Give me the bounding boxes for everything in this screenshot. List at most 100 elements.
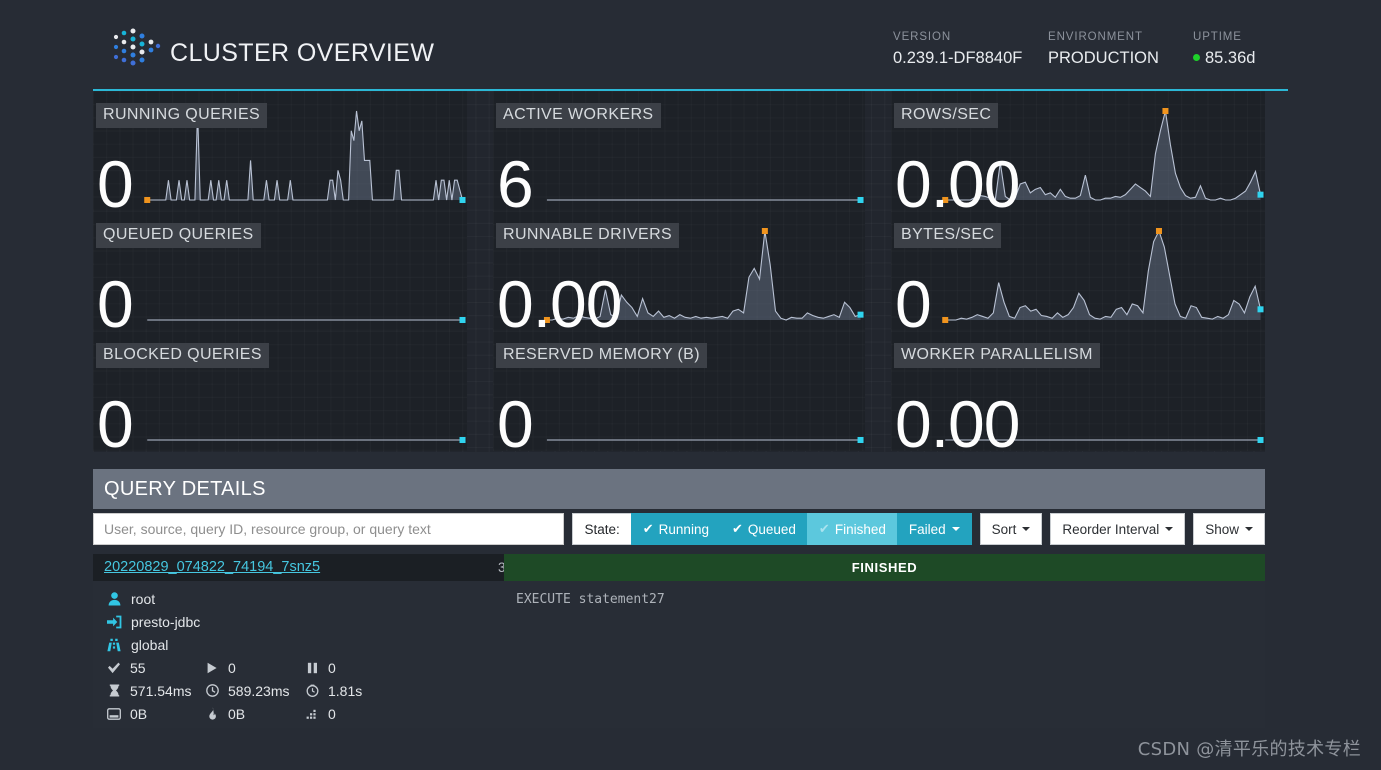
uptime-status-dot-icon — [1193, 54, 1200, 62]
query-resource-group: global — [104, 633, 504, 656]
stat-label-active-workers: ACTIVE WORKERS — [496, 103, 661, 128]
stat-value-worker-parallelism: 0.00 — [895, 387, 1020, 451]
uptime-label: UPTIME — [1193, 31, 1242, 43]
query-completed-splits: 55 — [104, 656, 202, 679]
chevron-down-icon — [951, 527, 960, 531]
search-input[interactable] — [93, 513, 565, 545]
query-row-body: root presto-jdbc global 55 0 0 571.54ms … — [93, 581, 1265, 728]
page-header: CLUSTER OVERVIEW VERSION 0.239.1-DF8840F… — [0, 0, 1381, 88]
stat-value-bytes-sec: 0 — [895, 267, 932, 331]
check-icon: ✔ — [731, 521, 743, 536]
query-text: EXECUTE statement27 — [516, 592, 665, 607]
header-stat-environment: ENVIRONMENT PRODUCTION — [1048, 30, 1193, 70]
query-source: presto-jdbc — [104, 610, 504, 633]
query-user: root — [104, 587, 504, 610]
query-details-panel: QUERY DETAILS State: ✔ Running ✔ Queued ✔ F… — [93, 469, 1265, 728]
stat-value-blocked-queries: 0 — [97, 387, 134, 451]
sort-menu-button[interactable]: Sort — [979, 513, 1043, 545]
query-user-value: root — [131, 590, 156, 607]
stat-card-reserved-memory: RESERVED MEMORY (B) 0 — [493, 331, 865, 451]
stat-label-runnable-drivers: RUNNABLE DRIVERS — [496, 223, 680, 248]
version-label: VERSION — [893, 31, 952, 43]
query-times-row: 571.54ms 589.23ms 1.81s — [104, 679, 504, 702]
query-list: 20220829_074822_74194_7snz5 3:48pm FINIS… — [93, 554, 1265, 728]
show-menu-label: Show — [1205, 521, 1239, 537]
stat-card-queued-queries: QUEUED QUERIES 0 — [93, 211, 467, 331]
query-metadata: root presto-jdbc global 55 0 0 571.54ms … — [93, 581, 504, 725]
watermark: CSDN @清平乐的技术专栏 — [1137, 739, 1361, 760]
stat-card-running-queries: RUNNING QUERIES 0 — [93, 91, 467, 211]
clock-outline-icon — [202, 684, 222, 697]
stat-label-blocked-queries: BLOCKED QUERIES — [96, 343, 269, 368]
stats-row-1: RUNNING QUERIES 0 ACTIVE WORKERS 6 ROWS/… — [93, 91, 1265, 211]
stat-card-active-workers: ACTIVE WORKERS 6 — [493, 91, 865, 211]
state-filter-finished[interactable]: ✔ Finished — [806, 513, 898, 545]
query-queued-splits-value: 0 — [328, 659, 336, 676]
query-wall-time: 571.54ms — [104, 679, 202, 702]
state-filter-finished-label: Finished — [834, 521, 886, 537]
fire-icon — [202, 707, 222, 720]
query-list-item: 20220829_074822_74194_7snz5 3:48pm FINIS… — [93, 554, 1265, 728]
header-stat-version: VERSION 0.239.1-DF8840F — [893, 30, 1048, 70]
uptime-text: 85.36d — [1205, 49, 1256, 67]
check-icon: ✔ — [642, 521, 654, 536]
query-elapsed-time: 1.81s — [302, 679, 392, 702]
environment-value: PRODUCTION — [1048, 49, 1159, 67]
sign-in-icon — [104, 615, 124, 629]
query-details-toolbar: State: ✔ Running ✔ Queued ✔ Finished Failed… — [93, 513, 1265, 545]
state-filter-running[interactable]: ✔ Running — [630, 513, 721, 545]
sort-menu-label: Sort — [991, 521, 1017, 537]
stat-value-queued-queries: 0 — [97, 267, 134, 331]
check-icon: ✔ — [818, 521, 830, 536]
signal-icon — [302, 708, 322, 720]
stat-label-rows-sec: ROWS/SEC — [894, 103, 999, 128]
reorder-interval-menu-button[interactable]: Reorder Interval — [1050, 513, 1186, 545]
query-cumulative-memory: 0B — [202, 702, 302, 725]
reorder-interval-menu-label: Reorder Interval — [1062, 521, 1160, 537]
stat-card-bytes-sec: BYTES/SEC 0 — [891, 211, 1265, 331]
stopwatch-icon — [302, 684, 322, 697]
show-menu-button[interactable]: Show — [1193, 513, 1265, 545]
state-filter-failed-label: Failed — [908, 521, 946, 537]
cluster-stats-grid: RUNNING QUERIES 0 ACTIVE WORKERS 6 ROWS/… — [93, 91, 1265, 452]
header-stats: VERSION 0.239.1-DF8840F ENVIRONMENT PROD… — [893, 30, 1268, 70]
stat-card-worker-parallelism: WORKER PARALLELISM 0.00 — [891, 331, 1265, 451]
query-details-title: QUERY DETAILS — [104, 477, 266, 500]
stat-card-rows-sec: ROWS/SEC 0.00 — [891, 91, 1265, 211]
check-icon — [104, 662, 124, 674]
scale-icon — [104, 707, 124, 720]
stat-label-reserved-memory: RESERVED MEMORY (B) — [496, 343, 707, 368]
query-id-link[interactable]: 20220829_074822_74194_7snz5 — [104, 559, 320, 575]
road-icon — [104, 638, 124, 652]
query-cpu-time: 589.23ms — [202, 679, 302, 702]
query-running-splits-value: 0 — [228, 659, 236, 676]
state-filter-running-label: Running — [658, 521, 709, 537]
chevron-down-icon — [1244, 527, 1253, 531]
query-running-splits: 0 — [202, 656, 302, 679]
stats-row-2: QUEUED QUERIES 0 RUNNABLE DRIVERS 0.00 B… — [93, 211, 1265, 331]
state-filter-queued[interactable]: ✔ Queued — [719, 513, 808, 545]
query-rows-value: 0 — [328, 705, 336, 722]
query-elapsed-time-value: 1.81s — [328, 682, 363, 699]
query-current-memory-value: 0B — [130, 705, 148, 722]
query-queued-splits: 0 — [302, 656, 392, 679]
query-row-header: 20220829_074822_74194_7snz5 3:48pm FINIS… — [93, 554, 1265, 581]
stat-label-worker-parallelism: WORKER PARALLELISM — [894, 343, 1100, 368]
query-state-badge: FINISHED — [504, 554, 1265, 581]
query-cumulative-memory-value: 0B — [228, 705, 246, 722]
pause-icon — [302, 662, 322, 674]
stat-value-runnable-drivers: 0.00 — [497, 267, 622, 331]
cluster-overview-page: CLUSTER OVERVIEW VERSION 0.239.1-DF8840F… — [0, 0, 1381, 770]
stat-value-rows-sec: 0.00 — [895, 147, 1020, 211]
query-rows: 0 — [302, 702, 392, 725]
hourglass-icon — [104, 684, 124, 697]
state-filter-failed[interactable]: Failed — [896, 513, 972, 545]
stat-label-queued-queries: QUEUED QUERIES — [96, 223, 261, 248]
query-current-memory: 0B — [104, 702, 202, 725]
stats-row-3: BLOCKED QUERIES 0 RESERVED MEMORY (B) 0 … — [93, 331, 1265, 451]
stat-label-running-queries: RUNNING QUERIES — [96, 103, 268, 128]
stat-card-runnable-drivers: RUNNABLE DRIVERS 0.00 — [493, 211, 865, 331]
play-icon — [202, 662, 222, 674]
version-value: 0.239.1-DF8840F — [893, 49, 1023, 67]
environment-label: ENVIRONMENT — [1048, 31, 1143, 43]
